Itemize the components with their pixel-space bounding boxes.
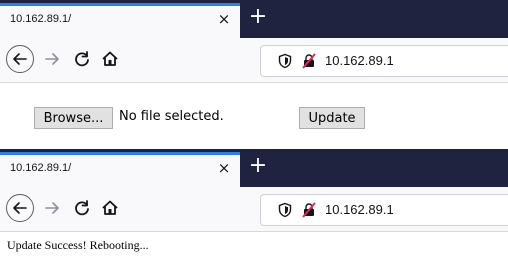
new-tab-button[interactable]: +	[247, 153, 269, 179]
home-button[interactable]	[96, 45, 126, 75]
tab-active[interactable]: 10.162.89.1/ ×	[0, 152, 240, 187]
browser-window-top: 10.162.89.1/ × + 10.162.89.1	[0, 0, 508, 83]
navigation-toolbar: 10.162.89.1	[0, 38, 508, 83]
shield-icon[interactable]	[277, 202, 293, 218]
shield-icon[interactable]	[277, 53, 293, 69]
home-icon	[102, 200, 118, 215]
url-text: 10.162.89.1	[325, 53, 394, 68]
forward-button[interactable]	[38, 194, 68, 224]
address-bar[interactable]: 10.162.89.1	[260, 45, 508, 77]
back-arrow-icon	[13, 202, 27, 214]
url-text: 10.162.89.1	[325, 202, 394, 217]
tab-title: 10.162.89.1/	[10, 13, 72, 25]
reload-button[interactable]	[68, 45, 98, 75]
tab-active-indicator	[0, 3, 240, 6]
update-status-message: Update Success! Rebooting...	[7, 238, 149, 252]
upload-form: Browse... No file selected. Update	[0, 83, 508, 149]
navigation-toolbar: 10.162.89.1	[0, 187, 508, 232]
forward-arrow-icon	[45, 53, 59, 65]
home-icon	[102, 51, 118, 66]
browser-window-bottom: 10.162.89.1/ × + 10.162.89.1	[0, 149, 508, 232]
new-tab-button[interactable]: +	[247, 4, 269, 30]
tab-strip: 10.162.89.1/ × +	[0, 0, 508, 38]
browse-button[interactable]: Browse...	[34, 107, 113, 129]
tab-close-icon[interactable]: ×	[215, 10, 233, 28]
tab-active-indicator	[0, 152, 240, 155]
back-arrow-icon	[13, 53, 27, 65]
back-button[interactable]	[6, 194, 36, 224]
reload-button[interactable]	[68, 194, 98, 224]
home-button[interactable]	[96, 194, 126, 224]
tab-title: 10.162.89.1/	[10, 162, 72, 174]
back-button[interactable]	[6, 45, 36, 75]
file-status-text: No file selected.	[119, 109, 224, 124]
update-button[interactable]: Update	[299, 107, 365, 129]
address-bar[interactable]: 10.162.89.1	[260, 194, 508, 226]
reload-icon	[75, 51, 89, 67]
forward-arrow-icon	[45, 202, 59, 214]
tab-active[interactable]: 10.162.89.1/ ×	[0, 3, 240, 38]
tab-strip: 10.162.89.1/ × +	[0, 149, 508, 187]
reload-icon	[75, 200, 89, 216]
insecure-lock-icon[interactable]	[301, 202, 317, 218]
forward-button[interactable]	[38, 45, 68, 75]
tab-close-icon[interactable]: ×	[215, 159, 233, 177]
insecure-lock-icon[interactable]	[301, 53, 317, 69]
